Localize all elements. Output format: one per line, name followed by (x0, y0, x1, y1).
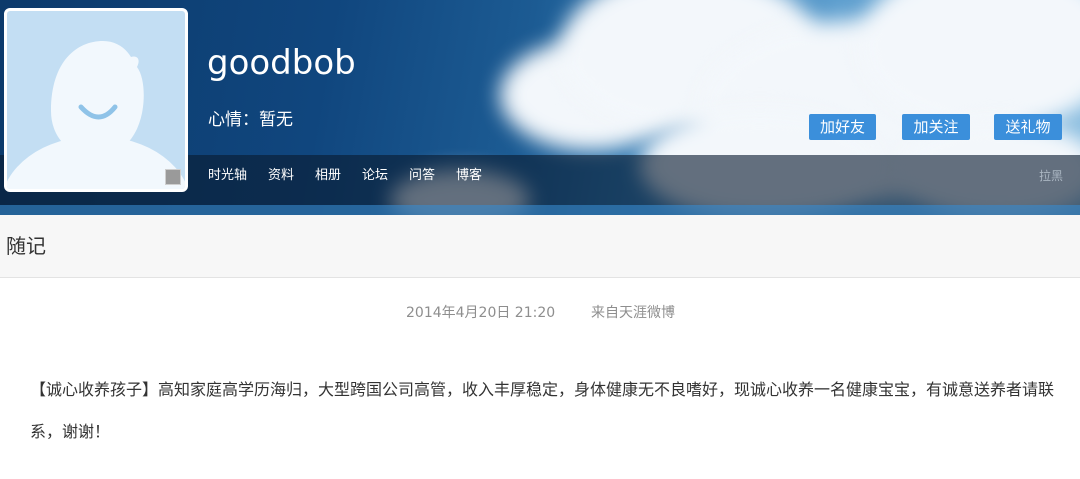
nav-album[interactable]: 相册 (315, 168, 341, 184)
nav-forum[interactable]: 论坛 (362, 168, 388, 184)
profile-banner: goodbob 心情：暂无 加好友 加关注 送礼物 时光轴 资料 相册 论坛 问… (0, 0, 1080, 215)
avatar-resize-handle[interactable] (165, 169, 181, 185)
send-gift-button[interactable]: 送礼物 (994, 114, 1062, 140)
mood-status: 心情：暂无 (208, 110, 293, 130)
default-avatar-icon (7, 41, 185, 189)
avatar[interactable] (4, 8, 188, 192)
add-friend-button[interactable]: 加好友 (809, 114, 876, 140)
post-content: 【诚心收养孩子】高知家庭高学历海归，大型跨国公司高管，收入丰厚稳定，身体健康无不… (30, 380, 1055, 441)
nav-qa[interactable]: 问答 (409, 168, 435, 184)
banner-bottom-strip (0, 205, 1080, 215)
section-title: 随记 (6, 234, 46, 258)
nav-blog[interactable]: 博客 (456, 168, 482, 184)
post-timestamp: 2014年4月20日 21:20 (406, 305, 556, 321)
username: goodbob (207, 43, 356, 83)
nav-timeline[interactable]: 时光轴 (208, 168, 247, 184)
section-header: 随记 (0, 215, 1080, 278)
follow-button[interactable]: 加关注 (902, 114, 970, 140)
post-source[interactable]: 来自天涯微博 (591, 305, 675, 321)
nav-profile[interactable]: 资料 (268, 168, 294, 184)
block-user-link[interactable]: 拉黑 (1039, 168, 1063, 184)
